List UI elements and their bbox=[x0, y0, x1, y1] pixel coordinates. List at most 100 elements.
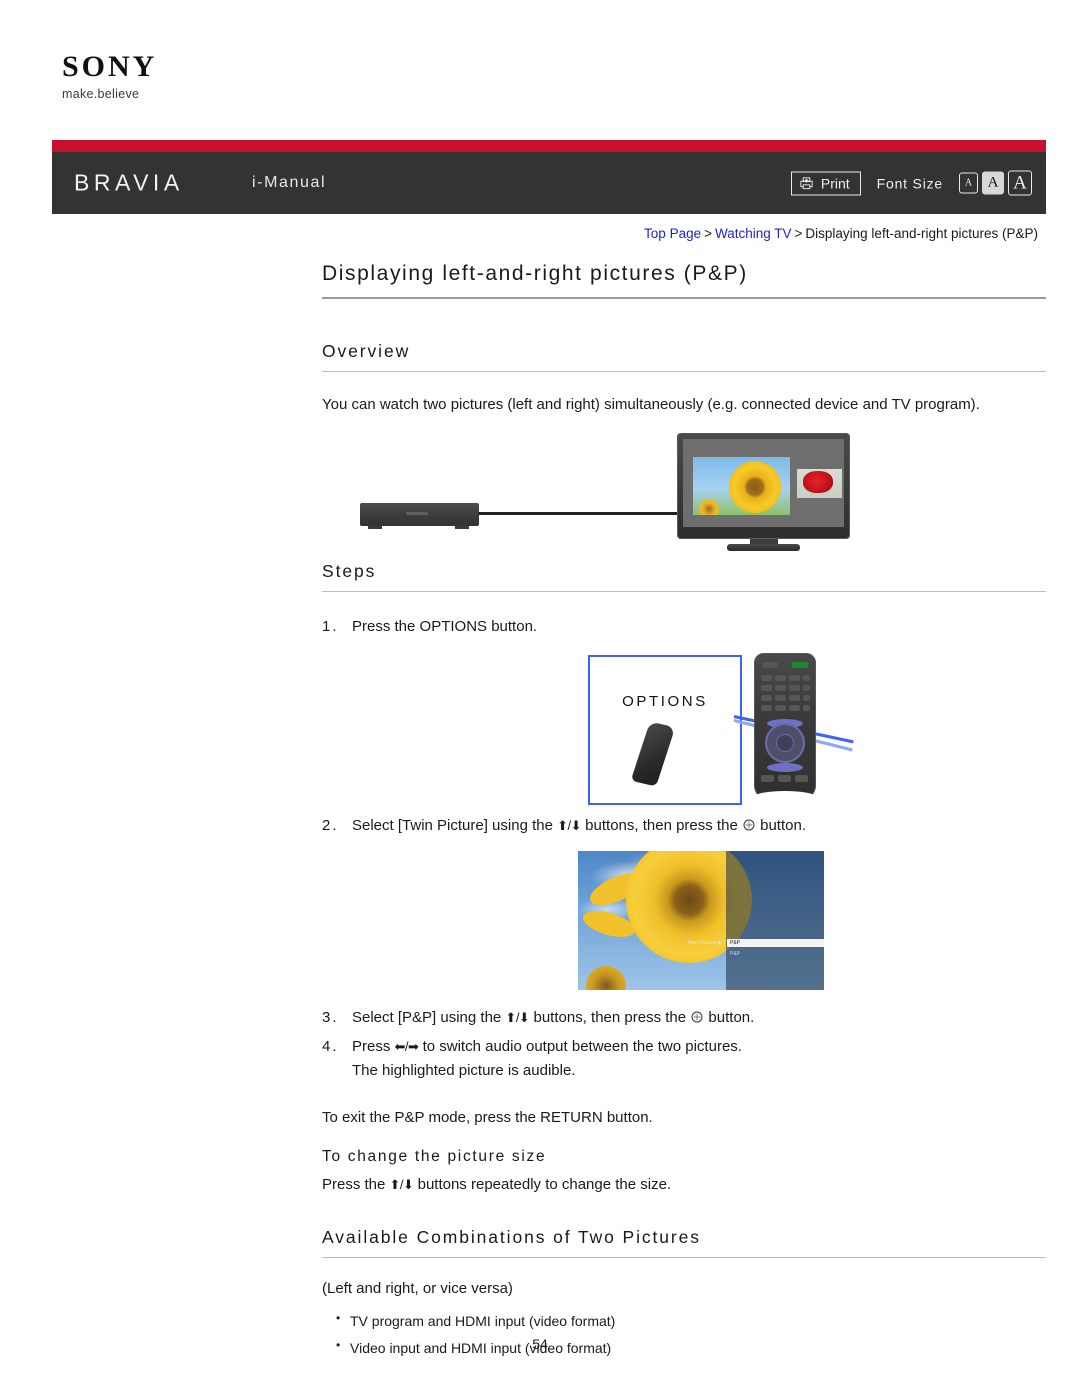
step-item-3: 3. Select [P&P] using the ⬆/⬇ buttons, t… bbox=[322, 1007, 1046, 1030]
title-divider bbox=[322, 297, 1046, 299]
exit-note: To exit the P&P mode, press the RETURN b… bbox=[322, 1108, 653, 1126]
header-dark-bar: BRAVIA i-Manual Print Font Size A A A bbox=[52, 152, 1046, 214]
tv-illustration bbox=[677, 433, 850, 540]
step-note: The highlighted picture is audible. bbox=[352, 1062, 576, 1080]
breadcrumb-item-current: Displaying left-and-right pictures (P&P) bbox=[805, 226, 1038, 241]
connected-device-illustration bbox=[360, 503, 479, 527]
step-text: Press ⬅/➡ to switch audio output between… bbox=[352, 1036, 1046, 1083]
step-text: Press the OPTIONS button. bbox=[352, 618, 538, 636]
combinations-divider bbox=[322, 1256, 1046, 1258]
step-number: 2. bbox=[322, 816, 339, 834]
remote-bottom-mask bbox=[754, 790, 816, 803]
breadcrumb-item-watching-tv[interactable]: Watching TV bbox=[715, 226, 792, 241]
osd-menu-item[interactable]: P&P bbox=[727, 950, 824, 958]
remote-key bbox=[803, 674, 810, 681]
step-text-mid: to switch audio output between the two p… bbox=[418, 1037, 742, 1055]
osd-dim-overlay bbox=[726, 851, 824, 991]
remote-key bbox=[789, 674, 800, 681]
sunflower-small-icon bbox=[699, 499, 719, 516]
tv-osd-screenshot: Twin Picture ▶ P&P P&P bbox=[578, 851, 824, 991]
remote-key bbox=[761, 684, 772, 691]
section-heading-combinations: Available Combinations of Two Pictures bbox=[322, 1226, 701, 1247]
manual-content: Displaying left-and-right pictures (P&P)… bbox=[322, 262, 1046, 1365]
font-size-large-button[interactable]: A bbox=[1008, 170, 1032, 196]
device-slot bbox=[406, 512, 428, 516]
up-down-arrow-icon: ⬆/⬇ bbox=[389, 1176, 414, 1192]
remote-key bbox=[789, 684, 800, 691]
print-button[interactable]: Print bbox=[790, 171, 861, 195]
overview-body: You can watch two pictures (left and rig… bbox=[322, 396, 980, 413]
steps-list-part3: 3. Select [P&P] using the ⬆/⬇ buttons, t… bbox=[322, 1007, 1046, 1083]
font-size-medium-button[interactable]: A bbox=[982, 171, 1004, 195]
breadcrumb: Top Page > Watching TV > Displaying left-and… bbox=[644, 226, 1038, 241]
remote-key bbox=[761, 704, 772, 711]
options-button-shape-icon bbox=[630, 721, 676, 787]
rose-icon bbox=[803, 471, 833, 494]
overview-divider bbox=[322, 371, 1046, 372]
sony-tagline: make.believe bbox=[62, 87, 140, 101]
step-text-mid: buttons, then press the bbox=[581, 816, 742, 834]
step-number: 4. bbox=[322, 1037, 339, 1055]
remote-key bbox=[775, 674, 786, 681]
step-item-4: 4. Press ⬅/➡ to switch audio output betw… bbox=[322, 1036, 1046, 1083]
tv-picture-left-sunflower bbox=[693, 457, 790, 516]
font-size-group: A A A bbox=[959, 170, 1032, 196]
list-item: TV program and HDMI input (video format) bbox=[336, 1310, 1046, 1331]
tv-screen bbox=[683, 439, 844, 528]
osd-menu: Twin Picture ▶ P&P P&P bbox=[664, 939, 824, 958]
step-text: Select [P&P] using the ⬆/⬇ buttons, then… bbox=[352, 1007, 1046, 1030]
page-number: 54 bbox=[532, 1336, 548, 1352]
device-foot-right bbox=[455, 526, 469, 530]
remote-key bbox=[775, 684, 786, 691]
combinations-note: (Left and right, or vice versa) bbox=[322, 1279, 513, 1297]
page-title: Displaying left-and-right pictures (P&P) bbox=[322, 262, 748, 285]
step-text-before: Press bbox=[352, 1037, 395, 1055]
breadcrumb-item-top-page[interactable]: Top Page bbox=[644, 226, 701, 241]
header-tools: Print Font Size A A A bbox=[790, 170, 1032, 196]
breadcrumb-separator: > bbox=[794, 226, 803, 241]
font-size-label: Font Size bbox=[876, 175, 943, 191]
steps-divider bbox=[322, 591, 1046, 593]
step-text-after: button. bbox=[704, 1009, 755, 1027]
remote-key-green bbox=[792, 661, 808, 668]
remote-key bbox=[775, 694, 786, 701]
step-text-mid: buttons, then press the bbox=[529, 1009, 691, 1027]
step-text-before: Select [Twin Picture] using the bbox=[352, 816, 558, 834]
figure-options-button: OPTIONS bbox=[322, 652, 1046, 805]
remote-key bbox=[761, 694, 772, 701]
picture-size-body: Press the ⬆/⬇ buttons repeatedly to chan… bbox=[322, 1176, 1046, 1193]
remote-key bbox=[789, 704, 800, 711]
remote-key bbox=[775, 704, 786, 711]
up-down-arrow-icon: ⬆/⬇ bbox=[557, 817, 582, 833]
figure-device-and-tv bbox=[322, 431, 1046, 561]
step-text: Select [Twin Picture] using the ⬆/⬇ butt… bbox=[352, 815, 1046, 838]
tv-stand-base bbox=[727, 544, 800, 552]
dpad-arc-bottom bbox=[767, 762, 803, 772]
steps-list-part2: 2. Select [Twin Picture] using the ⬆/⬇ b… bbox=[322, 815, 1046, 838]
options-callout-box: OPTIONS bbox=[588, 654, 742, 805]
step-item-1: 1. Press the OPTIONS button. bbox=[322, 616, 1046, 639]
font-size-small-button[interactable]: A bbox=[959, 172, 978, 194]
dpad-enter-button bbox=[776, 733, 794, 752]
picture-size-text-after: buttons repeatedly to change the size. bbox=[413, 1175, 672, 1193]
osd-menu-item-selected[interactable]: P&P bbox=[727, 939, 824, 948]
remote-key bbox=[803, 694, 810, 701]
remote-key bbox=[803, 684, 810, 691]
manual-header: BRAVIA i-Manual Print Font Size A A A bbox=[52, 140, 1046, 214]
subsection-heading-picture-size: To change the picture size bbox=[322, 1147, 547, 1165]
enter-button-icon bbox=[743, 816, 755, 831]
breadcrumb-separator: > bbox=[704, 226, 712, 241]
sony-wordmark: SONY bbox=[62, 50, 158, 83]
osd-menu-parent-label: Twin Picture ▶ bbox=[686, 940, 722, 947]
remote-key bbox=[795, 774, 808, 782]
remote-key bbox=[761, 774, 774, 782]
remote-key-options bbox=[803, 704, 810, 711]
bravia-brand-label: BRAVIA bbox=[74, 169, 184, 196]
options-callout-label: OPTIONS bbox=[622, 692, 708, 710]
enter-button-icon bbox=[691, 1008, 703, 1023]
printer-icon bbox=[799, 176, 814, 191]
remote-control-illustration bbox=[754, 652, 816, 801]
step-text-after: button. bbox=[755, 816, 806, 834]
remote-key bbox=[761, 674, 772, 681]
section-heading-overview: Overview bbox=[322, 341, 411, 361]
